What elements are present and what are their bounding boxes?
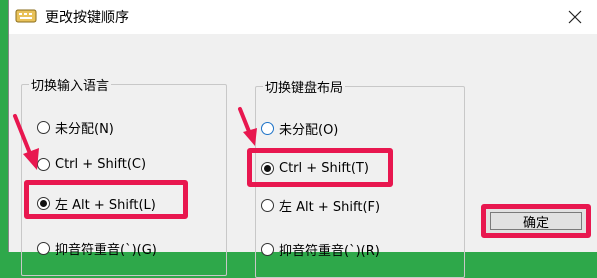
window-title: 更改按键顺序 xyxy=(45,10,129,26)
option-label: 左 Alt + Shift(L) xyxy=(55,197,156,213)
input-language-option-unassigned[interactable]: 未分配(N) xyxy=(37,117,114,137)
option-label: 未分配(N) xyxy=(55,121,114,137)
close-icon xyxy=(568,10,582,24)
radio-checked-icon xyxy=(37,196,50,210)
annotation-arrow-icon xyxy=(238,107,257,146)
option-label: 抑音符重音(`)(G) xyxy=(55,242,157,258)
radio-icon xyxy=(37,241,50,255)
keyboard-layout-option-unassigned[interactable]: 未分配(O) xyxy=(261,118,338,138)
option-label: Ctrl + Shift(T) xyxy=(279,160,369,176)
ok-button[interactable]: 确定 xyxy=(481,204,591,238)
radio-icon xyxy=(261,198,274,212)
option-label: 左 Alt + Shift(F) xyxy=(279,199,381,215)
input-language-option-grave-accent[interactable]: 抑音符重音(`)(G) xyxy=(37,238,157,258)
option-label: 抑音符重音(`)(R) xyxy=(279,243,380,259)
option-label: 未分配(O) xyxy=(279,122,339,138)
keyboard-layout-option-grave-accent[interactable]: 抑音符重音(`)(R) xyxy=(261,239,380,259)
input-language-option-ctrl-shift[interactable]: Ctrl + Shift(C) xyxy=(37,154,146,174)
close-button[interactable] xyxy=(552,0,597,34)
radio-icon xyxy=(261,242,274,256)
title-bar: 更改按键顺序 xyxy=(9,0,597,34)
keyboard-layout-option-ctrl-shift[interactable]: Ctrl + Shift(T) xyxy=(261,158,369,178)
ok-button-label: 确定 xyxy=(522,215,549,231)
keyboard-layout-option-left-alt-shift[interactable]: 左 Alt + Shift(F) xyxy=(261,195,380,215)
annotation-arrow-icon xyxy=(13,114,39,170)
keyboard-layout-group-title: 切换键盘布局 xyxy=(263,77,346,96)
option-label: Ctrl + Shift(C) xyxy=(55,156,147,172)
input-language-option-left-alt-shift[interactable]: 左 Alt + Shift(L) xyxy=(37,193,156,213)
change-key-sequence-dialog: 更改按键顺序 切换输入语言 未分配(N) Ctrl + Shift(C) 左 A… xyxy=(8,0,597,278)
keyboard-icon xyxy=(15,8,37,26)
radio-checked-icon xyxy=(261,161,274,175)
input-language-group-title: 切换输入语言 xyxy=(29,75,112,94)
